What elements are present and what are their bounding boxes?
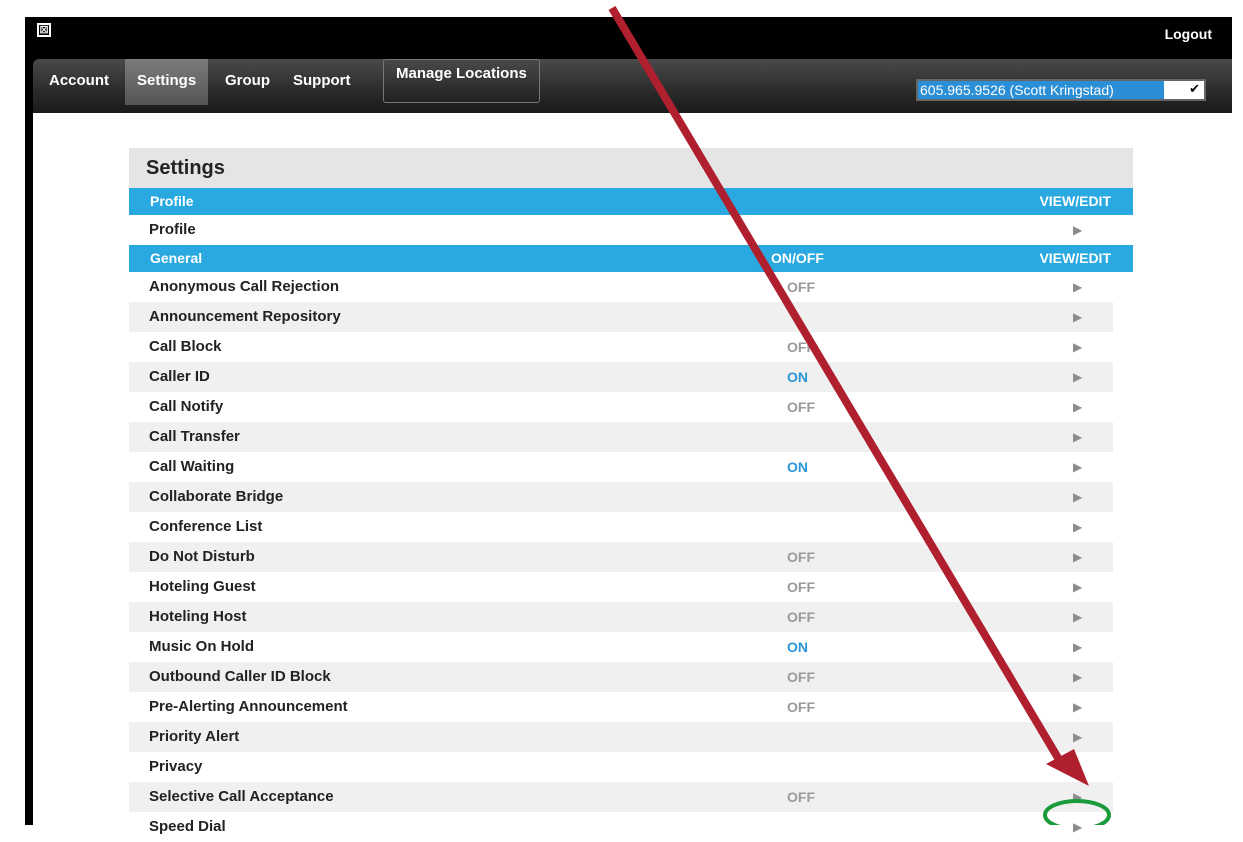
row-label: Music On Hold: [149, 638, 254, 655]
row-label: Outbound Caller ID Block: [149, 668, 331, 685]
play-arrow-icon[interactable]: ▶: [1073, 722, 1082, 752]
list-item[interactable]: Hoteling Host OFF ▶: [129, 602, 1113, 632]
logout-link[interactable]: Logout: [1165, 26, 1212, 42]
section-header-profile: Profile VIEW/EDIT: [129, 188, 1133, 215]
play-arrow-icon[interactable]: ▶: [1073, 512, 1082, 542]
play-arrow-icon[interactable]: ▶: [1073, 812, 1082, 842]
list-item[interactable]: Hoteling Guest OFF ▶: [129, 572, 1113, 602]
section-label: Profile: [150, 193, 194, 209]
play-arrow-icon[interactable]: ▶: [1073, 752, 1082, 782]
row-label: Call Transfer: [149, 428, 240, 445]
view-edit-label: VIEW/EDIT: [1039, 193, 1111, 209]
list-item[interactable]: Call Notify OFF ▶: [129, 392, 1113, 422]
status-badge: OFF: [787, 789, 815, 805]
row-label: Privacy: [149, 758, 203, 775]
play-arrow-icon[interactable]: ▶: [1073, 272, 1082, 302]
row-label: Conference List: [149, 518, 263, 535]
play-arrow-icon[interactable]: ▶: [1073, 482, 1082, 512]
play-arrow-icon[interactable]: ▶: [1073, 782, 1082, 812]
row-label: Call Waiting: [149, 458, 235, 475]
list-item[interactable]: Do Not Disturb OFF ▶: [129, 542, 1113, 572]
list-item[interactable]: Call Block OFF ▶: [129, 332, 1113, 362]
list-item[interactable]: Speed Dial ▶: [129, 812, 1113, 842]
row-label: Selective Call Acceptance: [149, 788, 334, 805]
page-title: Settings: [129, 148, 1133, 188]
row-label: Collaborate Bridge: [149, 488, 284, 505]
status-badge: OFF: [787, 579, 815, 595]
list-item[interactable]: Caller ID ON ▶: [129, 362, 1113, 392]
play-arrow-icon[interactable]: ▶: [1073, 362, 1082, 392]
play-arrow-icon[interactable]: ▶: [1073, 422, 1082, 452]
play-arrow-icon[interactable]: ▶: [1073, 215, 1082, 245]
status-badge: ON: [787, 369, 808, 385]
play-arrow-icon[interactable]: ▶: [1073, 572, 1082, 602]
account-select[interactable]: 605.965.9526 (Scott Kringstad) ✔: [916, 79, 1206, 101]
row-label: Call Block: [149, 338, 222, 355]
row-label: Announcement Repository: [149, 308, 341, 325]
status-badge: ON: [787, 639, 808, 655]
tab-settings[interactable]: Settings: [125, 59, 209, 105]
chevron-down-icon[interactable]: ✔: [1189, 82, 1200, 97]
status-badge: ON: [787, 459, 808, 475]
account-select-value: 605.965.9526 (Scott Kringstad): [918, 81, 1164, 99]
list-item[interactable]: Priority Alert ▶: [129, 722, 1113, 752]
tab-manage-locations[interactable]: Manage Locations: [383, 59, 540, 103]
status-badge: OFF: [787, 549, 815, 565]
app-window: ⊠ Logout Account Settings Group Support …: [25, 17, 1232, 842]
play-arrow-icon[interactable]: ▶: [1073, 302, 1082, 332]
section-label: General: [150, 250, 203, 266]
list-item[interactable]: Call Waiting ON ▶: [129, 452, 1113, 482]
section-header-general: General ON/OFF VIEW/EDIT: [129, 245, 1133, 272]
play-arrow-icon[interactable]: ▶: [1073, 392, 1082, 422]
list-item[interactable]: Outbound Caller ID Block OFF ▶: [129, 662, 1113, 692]
tab-group[interactable]: Group: [213, 59, 282, 105]
list-item[interactable]: Collaborate Bridge ▶: [129, 482, 1113, 512]
tab-support[interactable]: Support: [281, 59, 363, 105]
list-item[interactable]: Selective Call Acceptance OFF ▶: [129, 782, 1113, 812]
tab-account[interactable]: Account: [37, 59, 121, 105]
row-label: Priority Alert: [149, 728, 240, 745]
play-arrow-icon[interactable]: ▶: [1073, 632, 1082, 662]
play-arrow-icon[interactable]: ▶: [1073, 662, 1082, 692]
row-label: Pre-Alerting Announcement: [149, 698, 348, 715]
row-label: Call Notify: [149, 398, 224, 415]
row-label: Do Not Disturb: [149, 548, 255, 565]
status-badge: OFF: [787, 669, 815, 685]
row-label: Speed Dial: [149, 818, 226, 835]
list-item[interactable]: Announcement Repository ▶: [129, 302, 1113, 332]
row-label: Hoteling Host: [149, 608, 247, 625]
list-item[interactable]: Conference List ▶: [129, 512, 1113, 542]
row-label: Profile: [149, 221, 196, 238]
list-item[interactable]: Music On Hold ON ▶: [129, 632, 1113, 662]
on-off-label: ON/OFF: [771, 250, 824, 266]
settings-panel: Settings Profile VIEW/EDIT Profile ▶ Gen…: [129, 148, 1133, 842]
play-arrow-icon[interactable]: ▶: [1073, 602, 1082, 632]
play-arrow-icon[interactable]: ▶: [1073, 692, 1082, 722]
view-edit-label: VIEW/EDIT: [1039, 250, 1111, 266]
list-item[interactable]: Privacy ▶: [129, 752, 1113, 782]
list-item[interactable]: Pre-Alerting Announcement OFF ▶: [129, 692, 1113, 722]
play-arrow-icon[interactable]: ▶: [1073, 542, 1082, 572]
status-badge: OFF: [787, 699, 815, 715]
list-item[interactable]: Call Transfer ▶: [129, 422, 1113, 452]
row-label: Caller ID: [149, 368, 210, 385]
status-badge: OFF: [787, 279, 815, 295]
row-label: Hoteling Guest: [149, 578, 256, 595]
list-item[interactable]: Anonymous Call Rejection OFF ▶: [129, 272, 1113, 302]
content-area: Settings Profile VIEW/EDIT Profile ▶ Gen…: [33, 113, 1232, 842]
play-arrow-icon[interactable]: ▶: [1073, 332, 1082, 362]
status-badge: OFF: [787, 339, 815, 355]
play-arrow-icon[interactable]: ▶: [1073, 452, 1082, 482]
status-badge: OFF: [787, 609, 815, 625]
row-label: Anonymous Call Rejection: [149, 278, 340, 295]
close-icon[interactable]: ⊠: [37, 23, 51, 37]
status-badge: OFF: [787, 399, 815, 415]
profile-row[interactable]: Profile ▶: [129, 215, 1133, 245]
settings-list: Anonymous Call Rejection OFF ▶ Announcement…: [129, 272, 1113, 842]
